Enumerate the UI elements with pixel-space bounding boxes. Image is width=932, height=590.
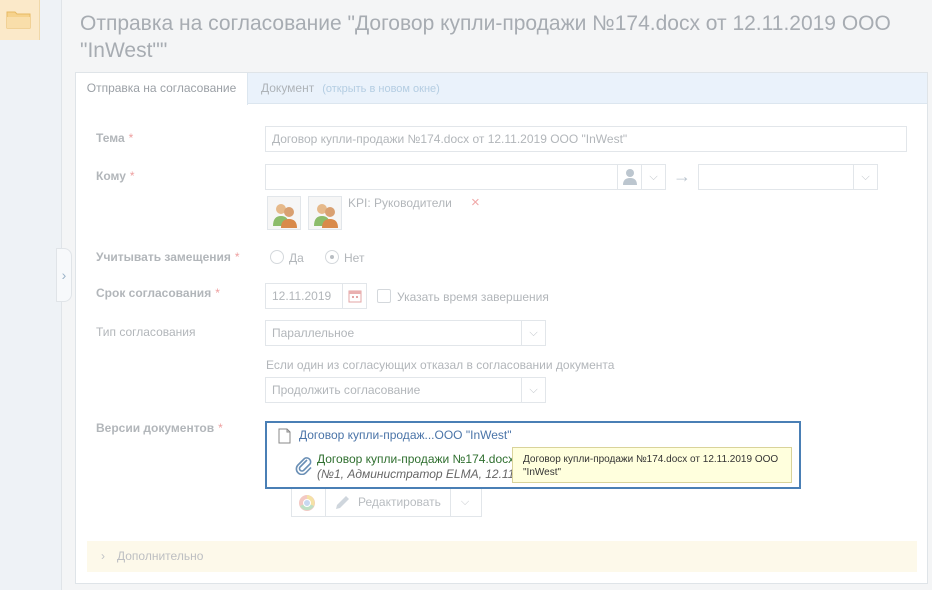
subject-input[interactable]: Договор купли-продажи №174.docx от 12.11… <box>265 126 907 152</box>
to-label: Кому * <box>96 169 135 183</box>
substitutions-no-label: Нет <box>344 251 365 265</box>
calendar-button[interactable] <box>342 284 366 308</box>
select-user-button[interactable] <box>617 165 641 189</box>
reject-rule-caption: Если один из согласующих отказал в согла… <box>266 358 615 372</box>
chrome-icon[interactable] <box>298 494 316 512</box>
reject-rule-value: Продолжить согласование <box>272 383 421 397</box>
group-avatar[interactable] <box>267 196 301 230</box>
specify-end-time-checkbox[interactable] <box>377 289 391 303</box>
required-mark: * <box>215 286 220 300</box>
open-in-new-window-link[interactable]: (открыть в новом окне) <box>322 83 440 95</box>
edit-button[interactable]: Редактировать <box>332 488 441 516</box>
to-input[interactable]: ⌵ <box>265 164 666 190</box>
left-rail <box>0 0 62 590</box>
document-link[interactable]: Договор купли-продаж...ООО "InWest" <box>299 428 512 442</box>
users-group-icon <box>314 204 338 228</box>
document-versions-label: Версии документов * <box>96 421 223 435</box>
document-tooltip: Договор купли-продажи №174.docx от 12.11… <box>512 447 792 483</box>
remove-recipient-icon[interactable]: × <box>471 194 480 211</box>
required-mark: * <box>234 250 240 264</box>
tab-document-label: Документ <box>261 81 315 95</box>
paperclip-icon <box>295 457 312 475</box>
specify-end-time-label: Указать время завершения <box>397 290 549 304</box>
tab-document[interactable]: Документ (открыть в новом окне) <box>261 73 440 104</box>
additional-section-label: Дополнительно <box>117 549 204 563</box>
document-toolbar: Редактировать ⌵ <box>291 487 482 517</box>
substitutions-yes-label: Да <box>289 251 304 265</box>
reject-rule-dropdown-button[interactable]: ⌵ <box>521 378 545 402</box>
substitutions-yes-radio[interactable] <box>270 250 284 264</box>
version-meta: (№1, Администратор ELMA, 12.11 <box>317 467 515 481</box>
folder-icon[interactable] <box>0 0 40 40</box>
required-mark: * <box>128 131 134 145</box>
reject-rule-select[interactable]: Продолжить согласование ⌵ <box>265 377 546 403</box>
user-icon <box>623 169 637 185</box>
pencil-icon <box>336 496 349 509</box>
approval-type-dropdown-button[interactable]: ⌵ <box>521 321 545 345</box>
to-target-select[interactable]: ⌵ <box>698 164 878 190</box>
approval-type-value: Параллельное <box>272 326 355 340</box>
deadline-date-value: 12.11.2019 <box>272 289 332 303</box>
document-icon <box>278 428 291 444</box>
to-target-dropdown-button[interactable]: ⌵ <box>853 165 877 189</box>
tab-send-for-approval[interactable]: Отправка на согласование <box>76 73 248 105</box>
recipient-group-name: KPI: Руководители <box>348 196 452 210</box>
edit-button-label: Редактировать <box>358 495 441 509</box>
calendar-icon <box>348 290 361 303</box>
required-mark: * <box>129 169 135 183</box>
arrow-right-icon: → <box>673 166 691 186</box>
version-link[interactable]: Договор купли-продажи №174.docx <box>317 452 514 466</box>
edit-dropdown-button[interactable]: ⌵ <box>449 488 481 516</box>
tab-bar: Отправка на согласование Документ (открыт… <box>76 73 927 105</box>
group-avatar[interactable] <box>308 196 342 230</box>
required-mark: * <box>218 421 223 435</box>
substitutions-label: Учитывать замещения * <box>96 250 240 264</box>
toolbar-separator <box>325 488 326 516</box>
deadline-label: Срок согласования * <box>96 286 220 300</box>
chevron-right-icon: › <box>101 549 105 563</box>
page-title: Отправка на согласование "Договор купли-… <box>80 12 891 62</box>
expand-panel-handle[interactable]: › <box>56 248 72 302</box>
users-group-icon <box>273 204 297 228</box>
substitutions-no-radio[interactable] <box>325 250 339 264</box>
deadline-date-input[interactable]: 12.11.2019 <box>265 283 367 309</box>
subject-label: Тема * <box>96 131 134 145</box>
additional-section[interactable]: › Дополнительно <box>87 541 917 572</box>
approval-type-select[interactable]: Параллельное ⌵ <box>265 320 546 346</box>
approval-type-label: Тип согласования <box>96 325 196 339</box>
to-dropdown-button[interactable]: ⌵ <box>641 165 665 189</box>
